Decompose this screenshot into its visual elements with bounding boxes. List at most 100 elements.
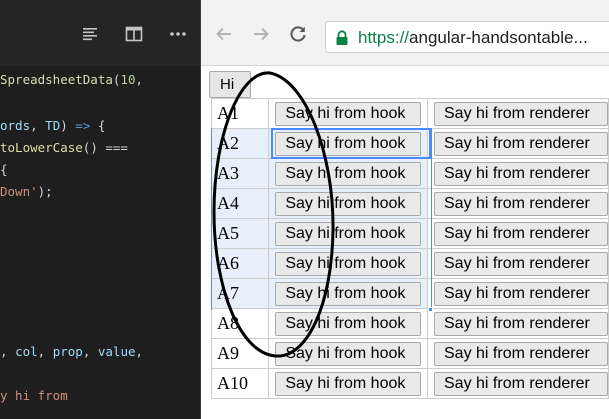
say-hi-from-renderer-button[interactable]: Say hi from renderer <box>434 161 608 186</box>
table-row: A3 Say hi from hook Say hi from renderer <box>210 158 609 189</box>
renderer-cell[interactable]: Say hi from renderer <box>427 158 609 189</box>
code-line: toLowerCase() === <box>0 140 128 156</box>
renderer-cell[interactable]: Say hi from renderer <box>427 128 609 159</box>
say-hi-from-hook-button[interactable]: Say hi from hook <box>275 281 422 306</box>
code-token: , <box>82 344 98 359</box>
hook-cell[interactable]: Say hi from hook <box>268 218 428 249</box>
hook-cell[interactable]: Say hi from hook <box>268 368 428 399</box>
lock-icon <box>335 30 349 46</box>
code-token: , <box>135 344 144 359</box>
table-row: A2 Say hi from hook Say hi from renderer <box>210 128 609 159</box>
table-row: A4 Say hi from hook Say hi from renderer <box>210 188 609 219</box>
hook-cell[interactable]: Say hi from hook <box>268 128 428 159</box>
say-hi-from-renderer-button[interactable]: Say hi from renderer <box>434 281 608 306</box>
row-label-cell[interactable]: A7 <box>210 278 270 309</box>
more-actions-icon[interactable] <box>168 24 188 44</box>
code-token: { <box>90 118 106 133</box>
hook-cell[interactable]: Say hi from hook <box>268 98 428 129</box>
url-host: angular-handsontable... <box>409 28 588 47</box>
say-hi-from-renderer-button[interactable]: Say hi from renderer <box>434 371 608 396</box>
back-arrow-icon[interactable] <box>214 24 234 44</box>
row-label-cell[interactable]: A1 <box>210 98 270 129</box>
table-row: A6 Say hi from hook Say hi from renderer <box>210 248 609 279</box>
hook-cell[interactable]: Say hi from hook <box>268 248 428 279</box>
row-label-cell[interactable]: A4 <box>210 188 270 219</box>
renderer-cell[interactable]: Say hi from renderer <box>427 188 609 219</box>
row-label-cell[interactable]: A5 <box>210 218 270 249</box>
row-label-cell[interactable]: A8 <box>210 308 270 339</box>
say-hi-from-renderer-button[interactable]: Say hi from renderer <box>434 341 608 366</box>
renderer-cell[interactable]: Say hi from renderer <box>427 278 609 309</box>
table-row: A10 Say hi from hook Say hi from renderer <box>210 368 609 399</box>
code-token: toLowerCase <box>0 140 83 155</box>
say-hi-from-hook-button[interactable]: Say hi from hook <box>275 101 422 126</box>
code-token: , <box>0 344 16 359</box>
code-token: col <box>15 344 38 359</box>
address-bar[interactable]: https://angular-handsontable... <box>325 21 609 53</box>
code-token: Down' <box>0 184 38 199</box>
url-scheme: https:// <box>358 28 410 47</box>
code-token: => <box>75 118 91 133</box>
code-line: Down'); <box>0 184 53 200</box>
code-token: ) <box>60 118 76 133</box>
code-token: value <box>97 344 136 359</box>
renderer-cell[interactable]: Say hi from renderer <box>427 308 609 339</box>
say-hi-from-renderer-button[interactable]: Say hi from renderer <box>434 251 608 276</box>
hi-button[interactable]: Hi <box>209 71 251 98</box>
say-hi-from-renderer-button[interactable]: Say hi from renderer <box>434 311 608 336</box>
row-label-cell[interactable]: A6 <box>210 248 270 279</box>
code-line: SpreadsheetData(10, <box>0 72 143 88</box>
code-line: { <box>0 162 8 178</box>
renderer-cell[interactable]: Say hi from renderer <box>427 368 609 399</box>
say-hi-from-renderer-button[interactable]: Say hi from renderer <box>434 191 608 216</box>
say-hi-from-hook-button[interactable]: Say hi from hook <box>275 161 422 186</box>
say-hi-from-hook-button[interactable]: Say hi from hook <box>275 311 422 336</box>
outline-icon[interactable] <box>80 24 100 44</box>
say-hi-from-hook-button[interactable]: Say hi from hook <box>275 191 422 216</box>
code-line: , col, prop, value, <box>0 344 143 360</box>
renderer-cell[interactable]: Say hi from renderer <box>427 98 609 129</box>
forward-arrow-icon[interactable] <box>251 24 271 44</box>
row-label-cell[interactable]: A9 <box>210 338 270 369</box>
handsontable-grid: A1 Say hi from hook Say hi from renderer A2… <box>210 98 609 399</box>
code-token: ords <box>0 118 31 133</box>
code-token: prop <box>52 344 83 359</box>
hook-cell[interactable]: Say hi from hook <box>268 338 428 369</box>
say-hi-from-hook-button[interactable]: Say hi from hook <box>275 341 422 366</box>
code-token: y hi from <box>0 388 68 403</box>
hook-cell[interactable]: Say hi from hook <box>268 308 428 339</box>
code-token: ); <box>37 184 53 199</box>
row-label-cell[interactable]: A3 <box>210 158 270 189</box>
code-token: , <box>30 118 46 133</box>
say-hi-from-hook-button[interactable]: Say hi from hook <box>275 251 422 276</box>
row-label-cell[interactable]: A2 <box>210 128 270 159</box>
say-hi-from-hook-button[interactable]: Say hi from hook <box>275 131 422 156</box>
row-label-cell[interactable]: A10 <box>210 368 270 399</box>
say-hi-from-renderer-button[interactable]: Say hi from renderer <box>434 221 608 246</box>
split-editor-icon[interactable] <box>124 24 144 44</box>
say-hi-from-hook-button[interactable]: Say hi from hook <box>275 371 422 396</box>
reload-icon[interactable] <box>288 24 308 44</box>
say-hi-from-renderer-button[interactable]: Say hi from renderer <box>434 131 608 156</box>
url-text: https://angular-handsontable... <box>358 28 588 48</box>
code-token: , <box>135 72 144 87</box>
renderer-cell[interactable]: Say hi from renderer <box>427 248 609 279</box>
say-hi-from-hook-button[interactable]: Say hi from hook <box>275 221 422 246</box>
code-token: { <box>0 162 8 177</box>
code-token: 10 <box>120 72 136 87</box>
renderer-cell[interactable]: Say hi from renderer <box>427 338 609 369</box>
browser-toolbar: https://angular-handsontable... <box>201 0 609 66</box>
code-editor-pane: SpreadsheetData(10, ords, TD) => { toLower… <box>0 0 200 419</box>
code-token: () === <box>82 140 128 155</box>
hook-cell[interactable]: Say hi from hook <box>268 188 428 219</box>
hook-cell[interactable]: Say hi from hook <box>268 158 428 189</box>
table-row: A8 Say hi from hook Say hi from renderer <box>210 308 609 339</box>
code-token: TD <box>45 118 61 133</box>
editor-toolbar <box>0 0 200 66</box>
renderer-cell[interactable]: Say hi from renderer <box>427 218 609 249</box>
say-hi-from-renderer-button[interactable]: Say hi from renderer <box>434 101 608 126</box>
table-row: A5 Say hi from hook Say hi from renderer <box>210 218 609 249</box>
code-line: ords, TD) => { <box>0 118 105 134</box>
hook-cell[interactable]: Say hi from hook <box>268 278 428 309</box>
code-line: y hi from <box>0 388 68 404</box>
